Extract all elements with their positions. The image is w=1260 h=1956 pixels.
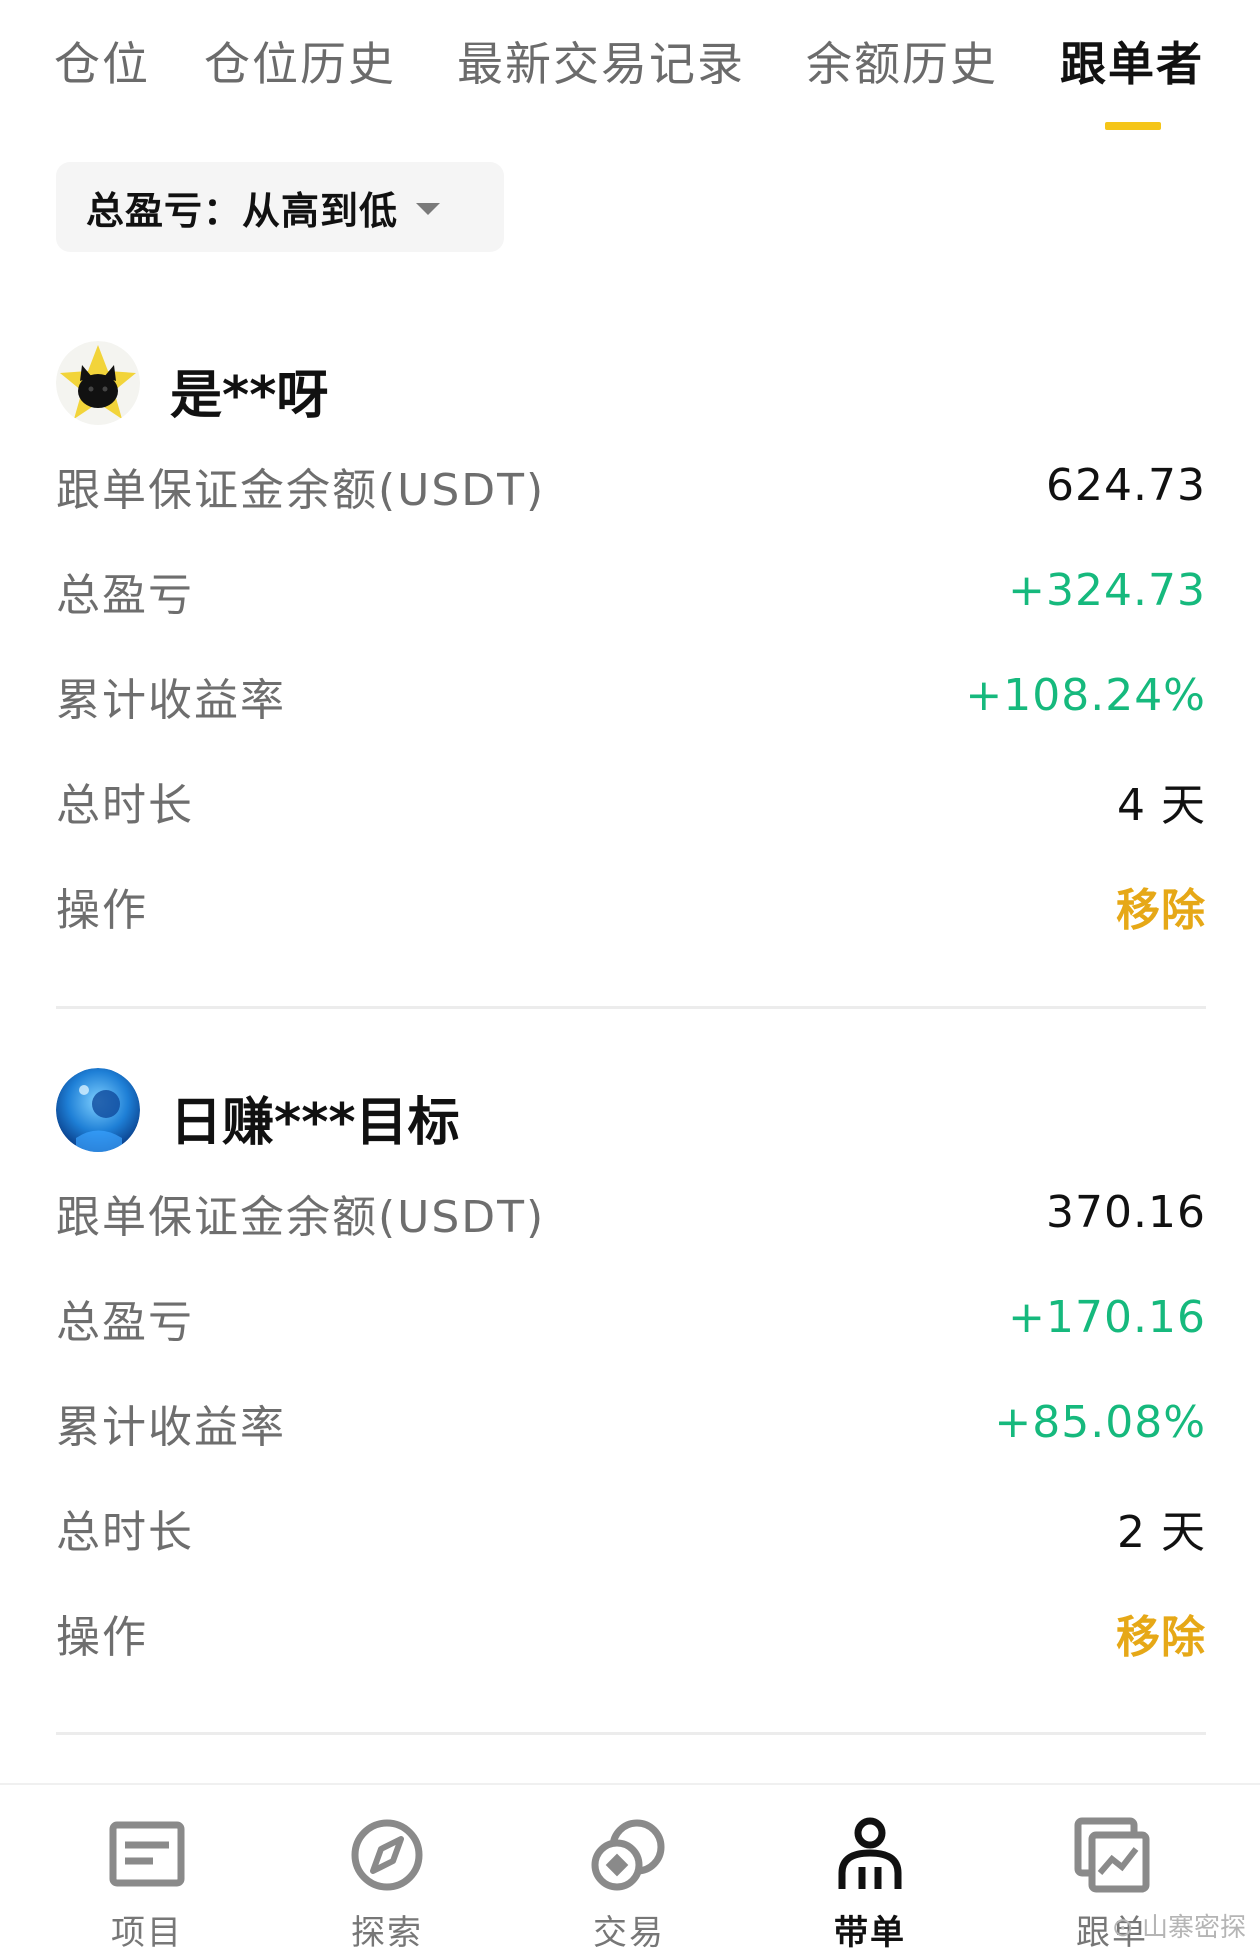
follower-nickname: 日赚***目标 xyxy=(170,1093,460,1153)
row-label: 操作 xyxy=(56,1611,148,1663)
row-label: 总盈亏 xyxy=(56,569,194,621)
compass-icon xyxy=(351,1819,423,1891)
chart-copy-icon xyxy=(1074,1817,1150,1893)
row-label: 总盈亏 xyxy=(56,1296,194,1348)
margin-balance-row: 跟单保证金余额(USDT) 624.73 xyxy=(56,433,1206,538)
nav-label: 探索 xyxy=(351,1913,423,1953)
exchange-icon xyxy=(591,1819,665,1891)
nav-projects[interactable]: 项目 xyxy=(67,1815,227,1954)
list-icon xyxy=(109,1821,185,1887)
watermark: ⊙ 山寨密探 xyxy=(1111,1913,1246,1943)
margin-balance-row: 跟单保证金余额(USDT) 370.16 xyxy=(56,1160,1206,1265)
tab-position-history[interactable]: 仓位历史 xyxy=(204,28,396,94)
tab-followers[interactable]: 跟单者 xyxy=(1060,28,1204,94)
watermark-text: 山寨密探 xyxy=(1141,1913,1246,1943)
caret-down-icon xyxy=(416,203,441,215)
total-duration-row: 总时长 2 天 xyxy=(56,1475,1206,1580)
nav-label: 项目 xyxy=(111,1913,183,1953)
cumulative-return-row: 累计收益率 +85.08% xyxy=(56,1370,1206,1475)
bottom-nav: 项目 探索 交易 带单 跟单 ⊙ 山寨密探 xyxy=(0,1783,1260,1956)
action-row: 操作 移除 xyxy=(56,853,1206,958)
nav-trade[interactable]: 交易 xyxy=(549,1815,709,1954)
total-duration-value: 4 天 xyxy=(1117,779,1206,831)
cumulative-return-value: +108.24% xyxy=(965,670,1206,721)
tab-positions[interactable]: 仓位 xyxy=(54,28,150,94)
margin-balance-value: 624.73 xyxy=(1046,460,1206,511)
follower-card: 日赚***目标 跟单保证金余额(USDT) 370.16 总盈亏 +170.16… xyxy=(56,1060,1206,1685)
tab-balance-history[interactable]: 余额历史 xyxy=(806,28,998,94)
row-label: 操作 xyxy=(56,884,148,936)
nav-explore[interactable]: 探索 xyxy=(307,1815,467,1954)
total-pnl-value: +170.16 xyxy=(1008,1292,1206,1343)
cumulative-return-value: +85.08% xyxy=(994,1397,1206,1448)
black-cat-star-avatar[interactable] xyxy=(56,341,140,425)
divider xyxy=(56,1006,1206,1009)
sort-label: 总盈亏：从高到低 xyxy=(86,188,399,233)
top-tab-bar: 仓位 仓位历史 最新交易记录 余额历史 跟单者 xyxy=(0,0,1260,140)
follower-header: 是**呀 xyxy=(56,333,1206,433)
active-tab-indicator xyxy=(1105,122,1161,130)
row-label: 总时长 xyxy=(56,779,194,831)
row-label: 累计收益率 xyxy=(56,1401,286,1453)
total-pnl-value: +324.73 xyxy=(1008,565,1206,616)
total-duration-row: 总时长 4 天 xyxy=(56,748,1206,853)
follower-nickname: 是**呀 xyxy=(170,366,329,426)
divider xyxy=(56,1732,1206,1735)
person-icon xyxy=(838,1817,902,1889)
sort-dropdown[interactable]: 总盈亏：从高到低 xyxy=(56,162,504,252)
remove-button[interactable]: 移除 xyxy=(1116,874,1206,938)
blue-ocean-avatar[interactable] xyxy=(56,1068,140,1152)
margin-balance-value: 370.16 xyxy=(1046,1187,1206,1238)
nav-label: 交易 xyxy=(593,1913,665,1953)
row-label: 累计收益率 xyxy=(56,674,286,726)
action-row: 操作 移除 xyxy=(56,1580,1206,1685)
cumulative-return-row: 累计收益率 +108.24% xyxy=(56,643,1206,748)
followers-page: 仓位 仓位历史 最新交易记录 余额历史 跟单者 总盈亏：从高到低 是**呀 跟单… xyxy=(0,0,1260,1956)
nav-label: 带单 xyxy=(834,1913,906,1953)
follower-header: 日赚***目标 xyxy=(56,1060,1206,1160)
remove-button[interactable]: 移除 xyxy=(1116,1601,1206,1665)
tab-latest-trades[interactable]: 最新交易记录 xyxy=(457,28,745,94)
total-duration-value: 2 天 xyxy=(1117,1506,1206,1558)
total-pnl-row: 总盈亏 +324.73 xyxy=(56,538,1206,643)
follower-card: 是**呀 跟单保证金余额(USDT) 624.73 总盈亏 +324.73 累计… xyxy=(56,333,1206,958)
row-label: 总时长 xyxy=(56,1506,194,1558)
row-label: 跟单保证金余额(USDT) xyxy=(56,464,546,516)
total-pnl-row: 总盈亏 +170.16 xyxy=(56,1265,1206,1370)
nav-lead-trading[interactable]: 带单 xyxy=(790,1815,950,1954)
row-label: 跟单保证金余额(USDT) xyxy=(56,1191,546,1243)
